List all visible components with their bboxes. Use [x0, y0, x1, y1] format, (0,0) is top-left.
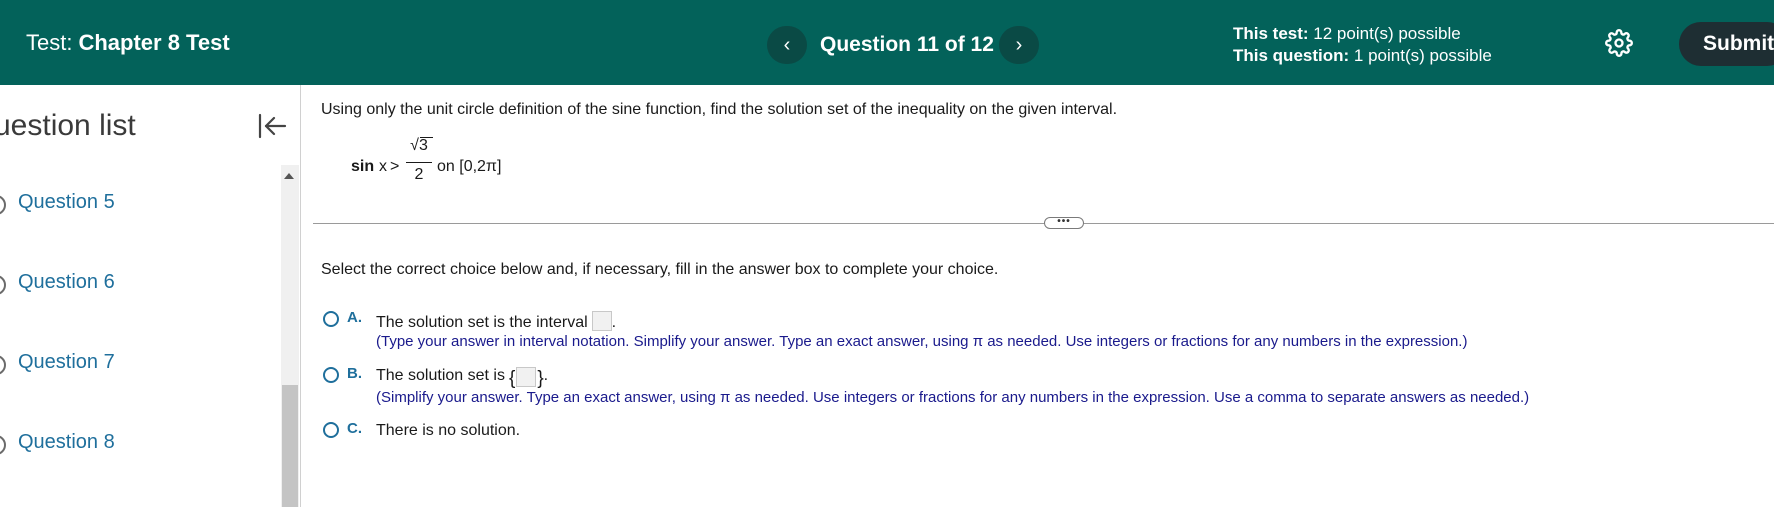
submit-button[interactable]: Submit [1679, 22, 1774, 66]
fraction-line [406, 162, 432, 163]
question-status-radio [0, 275, 6, 295]
choice-a-radio[interactable] [323, 311, 339, 327]
question-instruction: Using only the unit circle definition of… [321, 101, 1118, 118]
question-status-radio [0, 435, 6, 455]
choice-b-text: The solution set is{}. [376, 367, 548, 390]
choice-c-letter: C. [347, 420, 362, 437]
set-answer-box[interactable] [516, 367, 537, 387]
choice-c-text: There is no solution. [376, 422, 521, 439]
choice-c-radio[interactable] [323, 422, 339, 438]
scroll-up-arrow-icon[interactable] [284, 173, 294, 179]
choice-a-letter: A. [347, 309, 362, 326]
question-list-item-label: Question 6 [18, 271, 115, 293]
points-info: This test: 12 point(s) possible This que… [1233, 23, 1492, 67]
choice-a-text: The solution set is the interval. [376, 311, 616, 332]
question-list-sidebar: uestion list Question 5 Question 6 Quest… [0, 85, 301, 507]
question-panel: Using only the unit circle definition of… [301, 85, 1774, 507]
choice-b-letter: B. [347, 365, 362, 382]
expr-function: sin [351, 158, 375, 175]
gear-icon[interactable] [1605, 29, 1633, 57]
choice-b-suffix: . [543, 367, 549, 384]
question-points-value: 1 point(s) possible [1353, 46, 1492, 65]
divider-handle[interactable]: ••• [1044, 217, 1084, 229]
question-points: This question: 1 point(s) possible [1233, 45, 1492, 67]
test-points-label: This test: [1233, 24, 1309, 43]
expr-variable: x [379, 158, 387, 175]
test-title-prefix: Test: [26, 30, 73, 55]
expr-denominator: 2 [414, 166, 424, 183]
question-list-title: uestion list [0, 109, 136, 142]
question-counter: Question 11 of 12 [820, 33, 994, 56]
collapse-left-icon[interactable] [257, 111, 287, 141]
expr-numerator: √3 [410, 137, 428, 154]
question-list-item-label: Question 5 [18, 191, 115, 213]
top-bar: Test: Chapter 8 Test ‹ Question 11 of 12 … [0, 0, 1774, 85]
test-points-value: 12 point(s) possible [1313, 24, 1461, 43]
choice-a-label: The solution set is the interval [376, 314, 588, 331]
question-list-item-label: Question 7 [18, 351, 115, 373]
set-answer-braces: {} [509, 367, 544, 390]
sidebar-scroll-thumb[interactable] [282, 385, 298, 507]
choice-b-radio[interactable] [323, 367, 339, 383]
question-status-radio [0, 355, 6, 375]
choice-a-suffix: . [611, 314, 617, 331]
chevron-left-icon: ‹ [783, 34, 791, 56]
question-points-label: This question: [1233, 46, 1350, 65]
test-title: Test: Chapter 8 Test [26, 30, 230, 56]
test-name: Chapter 8 Test [78, 30, 230, 55]
expr-interval: on [0,2π] [437, 158, 502, 175]
choice-b-label: The solution set is [376, 367, 505, 384]
next-question-button[interactable]: › [999, 26, 1039, 64]
select-prompt: Select the correct choice below and, if … [321, 261, 999, 278]
expr-operator: > [390, 158, 400, 175]
test-points: This test: 12 point(s) possible [1233, 23, 1492, 45]
question-list-item-label: Question 8 [18, 431, 115, 453]
sqrt-bar [420, 137, 433, 138]
interval-answer-box[interactable] [591, 311, 612, 331]
chevron-right-icon: › [1015, 34, 1023, 56]
choice-b-hint: (Simplify your answer. Type an exact ans… [376, 389, 1530, 406]
question-status-radio [0, 195, 6, 215]
previous-question-button[interactable]: ‹ [767, 26, 807, 64]
choice-a-hint: (Type your answer in interval notation. … [376, 333, 1468, 350]
brace-open: { [508, 368, 516, 389]
